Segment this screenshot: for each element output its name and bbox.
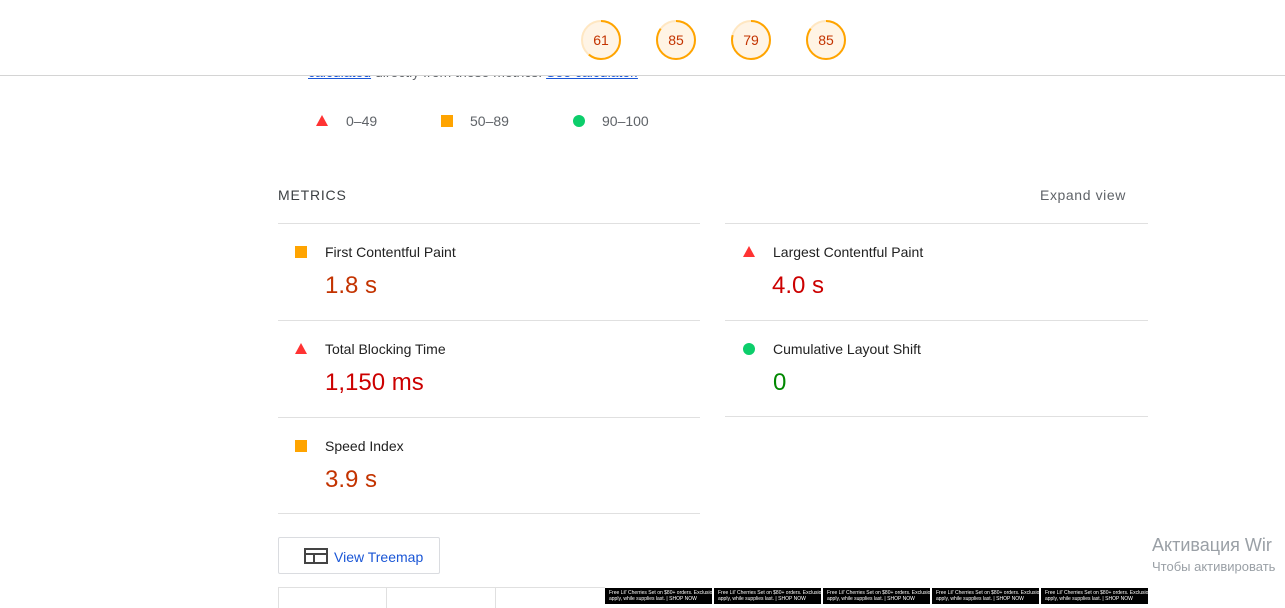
metric-label: Total Blocking Time xyxy=(325,341,446,357)
average-square-icon xyxy=(295,246,307,258)
average-square-icon xyxy=(441,115,453,127)
activation-watermark-title: Активация Wir xyxy=(1152,535,1272,555)
filmstrip-frame: Free Lil' Cherries Set on $80+ orders. E… xyxy=(714,588,821,604)
filmstrip-frame xyxy=(278,588,279,608)
metric-value: 3.9 s xyxy=(325,466,378,493)
gauge-seo[interactable]: 85 xyxy=(805,19,847,61)
filmstrip-frame: Free Lil' Cherries Set on $80+ orders. E… xyxy=(823,588,930,604)
frame-text: apply, while supplies last. | SHOP NOW xyxy=(827,596,915,602)
legend-average-range: 50–89 xyxy=(470,113,509,129)
frame-text: apply, while supplies last. | SHOP NOW xyxy=(936,596,1024,602)
gauge-best-practices[interactable]: 79 xyxy=(730,19,772,61)
divider xyxy=(278,513,700,514)
filmstrip-frame: Free Lil' Cherries Set on $80+ orders. E… xyxy=(1041,588,1148,604)
pass-circle-icon xyxy=(743,343,755,355)
divider xyxy=(278,223,700,224)
filmstrip-blank-frames xyxy=(278,587,605,608)
gauge-score: 85 xyxy=(818,32,834,48)
gauge-performance[interactable]: 61 xyxy=(580,19,622,61)
divider xyxy=(725,416,1148,417)
divider xyxy=(278,417,700,418)
fail-triangle-icon xyxy=(295,343,307,354)
metric-value: 1.8 s xyxy=(325,272,378,299)
metrics-title: METRICS xyxy=(278,187,347,203)
gauge-score: 61 xyxy=(593,32,609,48)
filmstrip-frame xyxy=(386,588,387,608)
metric-label: Cumulative Layout Shift xyxy=(773,341,921,357)
gauge-score: 85 xyxy=(668,32,684,48)
gauge-score: 79 xyxy=(743,32,759,48)
expand-view-toggle[interactable]: Expand view xyxy=(1040,187,1126,203)
filmstrip-frame: Free Lil' Cherries Set on $80+ orders. E… xyxy=(932,588,1039,604)
metric-value: 4.0 s xyxy=(772,272,825,299)
filmstrip-frame: Free Lil' Cherries Set on $80+ orders. E… xyxy=(605,588,712,604)
gauge-accessibility[interactable]: 85 xyxy=(655,19,697,61)
metric-value: 1,150 ms xyxy=(325,369,424,396)
treemap-icon xyxy=(304,548,328,564)
activation-watermark-subtitle: Чтобы активировать xyxy=(1152,559,1276,574)
frame-text: apply, while supplies last. | SHOP NOW xyxy=(609,596,697,602)
frame-text: apply, while supplies last. | SHOP NOW xyxy=(718,596,806,602)
view-treemap-label: View Treemap xyxy=(334,549,424,565)
fail-triangle-icon xyxy=(316,115,328,126)
divider xyxy=(725,223,1148,224)
metric-label: Speed Index xyxy=(325,438,404,454)
fail-triangle-icon xyxy=(743,246,755,257)
view-treemap-button[interactable]: View Treemap xyxy=(278,537,440,574)
divider xyxy=(278,320,700,321)
metric-label: First Contentful Paint xyxy=(325,244,456,260)
legend-pass-range: 90–100 xyxy=(602,113,649,129)
pass-circle-icon xyxy=(573,115,585,127)
legend-fail-range: 0–49 xyxy=(346,113,378,129)
frame-text: apply, while supplies last. | SHOP NOW xyxy=(1045,596,1133,602)
average-square-icon xyxy=(295,440,307,452)
metric-value: 0 xyxy=(773,369,787,396)
metric-label: Largest Contentful Paint xyxy=(773,244,924,260)
score-header: 61 85 79 85 xyxy=(0,0,1285,76)
filmstrip-frame xyxy=(495,588,496,608)
divider xyxy=(725,320,1148,321)
